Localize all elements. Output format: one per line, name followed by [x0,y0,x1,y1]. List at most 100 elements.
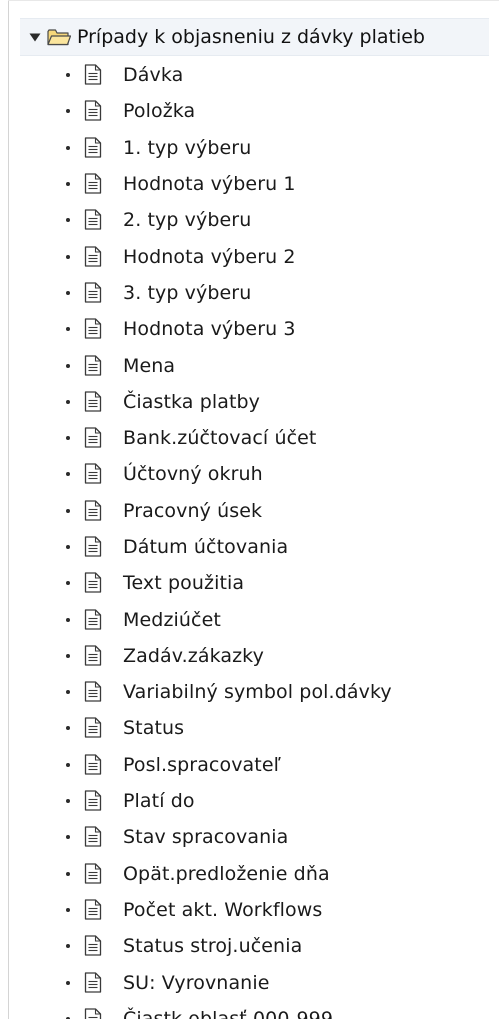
bullet-icon [66,73,70,78]
tree-item-label: Mena [123,354,176,377]
bullet-icon [66,182,70,187]
tree-item-label: Hodnota výberu 2 [123,245,296,268]
tree-item-label: Text použitia [123,572,245,595]
document-icon [84,500,102,521]
tree-item[interactable]: Dátum účtovania [0,529,499,565]
bullet-icon [66,907,70,912]
tree-root-label: Prípady k objasneniu z dávky platieb [77,26,425,48]
tree-item-label: Čiastka platby [123,390,261,413]
tree-item[interactable]: Zadáv.zákazky [0,638,499,674]
bullet-icon [66,363,70,368]
bullet-icon [66,581,70,586]
bullet-icon [66,545,70,549]
document-icon [84,1008,102,1019]
tree-item-label: Medziúčet [123,608,221,631]
tree-item[interactable]: 3. typ výberu [0,275,499,311]
bullet-icon [66,508,70,513]
tree-item[interactable]: Čiastka platby [0,384,499,420]
tree-item[interactable]: SU: Vyrovnanie [0,964,499,1000]
tree-item[interactable]: Položka [0,93,499,129]
bullet-icon [66,617,70,622]
tree-item[interactable]: Hodnota výberu 3 [0,311,499,347]
bullet-icon [66,290,70,295]
document-icon [84,717,102,739]
tree-item[interactable]: Variabilný symbol pol.dávky [0,674,499,710]
tree-item[interactable]: Bank.zúčtovací účet [0,420,499,456]
tree-item-label: Zadáv.zákazky [123,644,264,667]
tree-node-root[interactable]: Prípady k objasneniu z dávky platieb [20,18,489,56]
tree-item[interactable]: Stav spracovania [0,819,499,855]
document-icon [84,318,102,339]
tree-item-label: 3. typ výberu [123,281,252,304]
document-icon [84,100,102,122]
tree-item-label: 1. typ výberu [123,136,252,159]
tree-item[interactable]: Status [0,710,499,746]
document-icon [84,137,102,158]
tree-item[interactable]: Hodnota výberu 2 [0,238,499,274]
document-icon [84,64,102,85]
bullet-icon [66,799,70,804]
tree-item-label: Status [123,717,185,740]
tree-item[interactable]: Mena [0,347,499,383]
document-icon [84,754,102,775]
document-icon [84,209,102,230]
bullet-icon [66,254,70,259]
bullet-icon [66,762,70,767]
tree-item[interactable]: Text použitia [0,565,499,601]
tree-item[interactable]: Medziúčet [0,601,499,637]
tree-item-label: Opät.predloženie dňa [123,862,330,885]
tree-item[interactable]: Účtovný okruh [0,456,499,492]
document-icon [84,427,102,448]
bullet-icon [66,944,70,949]
document-icon [84,463,102,485]
tree-item-label: SU: Vyrovnanie [123,971,270,994]
triangle-down-icon[interactable] [28,30,42,44]
bullet-icon [66,436,70,441]
bullet-icon [66,109,70,114]
document-icon [84,536,102,557]
tree-item-label: Dátum účtovania [123,536,289,558]
tree-item-label: Bank.zúčtovací účet [123,427,317,450]
folder-icon [47,28,71,46]
bullet-icon [66,145,70,150]
tree-item-label: Variabilný symbol pol.dávky [123,681,392,704]
tree-item[interactable]: Status stroj.učenia [0,928,499,964]
bullet-icon [66,835,70,840]
tree-item-label: Posl.spracovateľ [123,753,281,776]
tree-item-label: Čiastk.oblasť 000-999 [123,1007,334,1019]
bullet-icon [66,327,70,332]
tree-item-label: Stav spracovania [123,826,289,849]
tree-item[interactable]: Čiastk.oblasť 000-999 [0,1001,499,1019]
bullet-icon [66,980,70,985]
bullet-icon [66,726,70,731]
tree-view: Prípady k objasneniu z dávky platieb Dáv… [0,18,499,1019]
document-icon [84,245,102,267]
tree-children: Dávka Položka 1. typ výberu Hodnota výbe… [0,57,499,1019]
tree-item-label: Počet akt. Workflows [123,898,323,921]
bullet-icon [66,690,70,695]
tree-item-label: Status stroj.učenia [123,935,303,958]
tree-item-label: Dávka [123,64,184,87]
tree-item[interactable]: Posl.spracovateľ [0,747,499,783]
tree-item[interactable]: Hodnota výberu 1 [0,166,499,202]
bullet-icon [66,218,70,223]
document-icon [84,391,102,412]
tree-item[interactable]: 2. typ výberu [0,202,499,238]
tree-item[interactable]: Počet akt. Workflows [0,892,499,928]
tree-item-label: Položka [123,100,196,123]
tree-item-label: Platí do [123,790,195,813]
document-icon [84,572,102,593]
tree-item[interactable]: Dávka [0,57,499,93]
document-icon [84,354,102,376]
tree-item-label: Hodnota výberu 1 [123,173,296,196]
bullet-icon [66,399,70,404]
bullet-icon [66,871,70,876]
tree-item[interactable]: Platí do [0,783,499,819]
document-icon [84,645,102,666]
bullet-icon [66,653,70,658]
tree-item[interactable]: Pracovný úsek [0,493,499,529]
tree-item-label: Hodnota výberu 3 [123,318,296,341]
tree-item[interactable]: 1. typ výberu [0,130,499,166]
tree-item[interactable]: Opät.predloženie dňa [0,856,499,892]
document-icon [84,935,102,956]
